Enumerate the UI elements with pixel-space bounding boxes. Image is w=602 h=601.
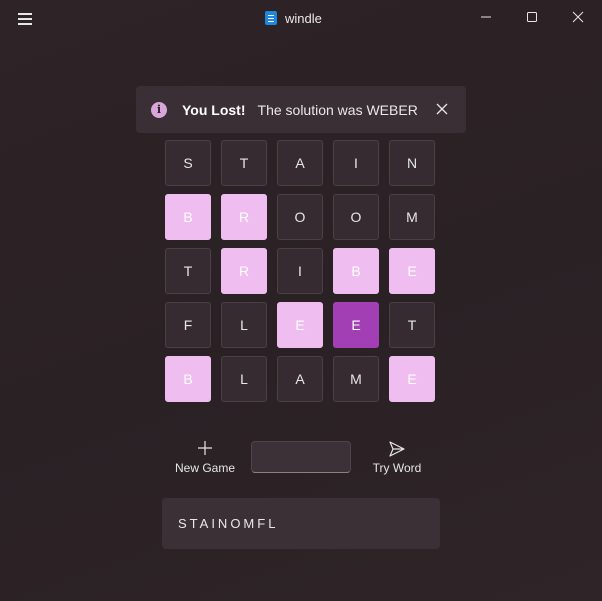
letter-tile: A	[277, 356, 323, 402]
letter-tile: R	[221, 248, 267, 294]
letter-tile: L	[221, 356, 267, 402]
letter-tile: B	[165, 194, 211, 240]
app-title-group: windle	[265, 9, 322, 27]
letter-tile: E	[389, 356, 435, 402]
minimize-button[interactable]	[463, 0, 509, 34]
letter-tile: N	[389, 140, 435, 186]
used-letters-panel: STAINOMFL	[162, 498, 440, 549]
letter-tile: M	[333, 356, 379, 402]
infobar-title: You Lost!	[182, 101, 246, 118]
used-letters: STAINOMFL	[178, 516, 279, 531]
letter-tile: O	[277, 194, 323, 240]
plus-icon	[198, 441, 212, 455]
infobar-message: The solution was WEBER	[257, 101, 418, 118]
title-bar: windle	[0, 0, 602, 36]
letter-tile: I	[333, 140, 379, 186]
board-row: BROOM	[165, 194, 445, 240]
board-row: STAIN	[165, 140, 445, 186]
letter-tile: S	[165, 140, 211, 186]
letter-tile: T	[165, 248, 211, 294]
board-row: FLEET	[165, 302, 445, 348]
letter-tile: T	[389, 302, 435, 348]
letter-tile: I	[277, 248, 323, 294]
new-game-button[interactable]: New Game	[168, 437, 242, 479]
try-word-button[interactable]: Try Word	[366, 437, 428, 479]
letter-tile: B	[165, 356, 211, 402]
letter-tile: O	[333, 194, 379, 240]
letter-tile: F	[165, 302, 211, 348]
letter-tile: E	[333, 302, 379, 348]
close-icon	[572, 11, 584, 23]
maximize-button[interactable]	[509, 0, 555, 34]
letter-tile: L	[221, 302, 267, 348]
board-row: BLAME	[165, 356, 445, 402]
game-board: STAINBROOMTRIBEFLEETBLAME	[165, 140, 445, 410]
board-row: TRIBE	[165, 248, 445, 294]
send-icon	[389, 441, 405, 457]
close-window-button[interactable]	[555, 0, 601, 34]
letter-tile: T	[221, 140, 267, 186]
guess-input[interactable]	[251, 441, 351, 473]
new-game-label: New Game	[174, 461, 236, 475]
letter-tile: B	[333, 248, 379, 294]
letter-tile: R	[221, 194, 267, 240]
app-title: windle	[285, 10, 322, 26]
info-icon: i	[151, 101, 167, 118]
try-word-label: Try Word	[372, 461, 422, 475]
result-infobar: i You Lost! The solution was WEBER	[136, 86, 466, 133]
hamburger-menu-icon[interactable]	[14, 8, 38, 28]
infobar-close-icon[interactable]	[434, 101, 450, 117]
letter-tile: E	[277, 302, 323, 348]
minimize-icon	[481, 16, 491, 18]
letter-tile: M	[389, 194, 435, 240]
maximize-icon	[527, 12, 537, 22]
app-book-icon	[265, 11, 277, 25]
letter-tile: E	[389, 248, 435, 294]
letter-tile: A	[277, 140, 323, 186]
